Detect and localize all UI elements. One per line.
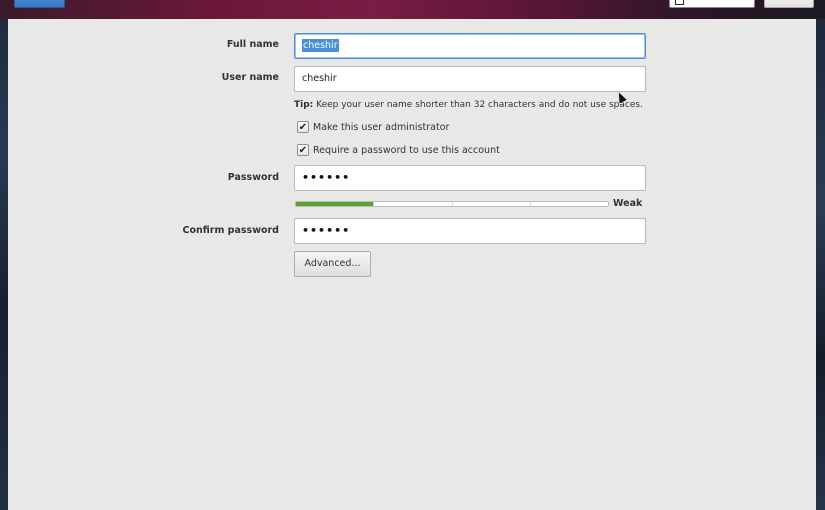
strength-segment bbox=[296, 202, 375, 206]
admin-checkbox-label[interactable]: Make this user administrator bbox=[313, 122, 449, 133]
require-password-label[interactable]: Require a password to use this account bbox=[313, 145, 500, 156]
full-name-field[interactable]: cheshir bbox=[294, 33, 646, 59]
username-label: User name bbox=[221, 72, 279, 83]
advanced-button[interactable]: Advanced... bbox=[294, 251, 371, 277]
password-strength-label: Weak bbox=[613, 198, 643, 209]
next-button[interactable] bbox=[764, 0, 814, 8]
username-value: cheshir bbox=[302, 73, 337, 84]
back-button[interactable] bbox=[14, 0, 65, 8]
strength-segment bbox=[531, 202, 608, 206]
strength-segment bbox=[453, 202, 531, 206]
require-password-checkbox-row[interactable]: ✔ Require a password to use this account bbox=[297, 143, 500, 157]
strength-segment bbox=[374, 202, 453, 206]
password-value: •••••• bbox=[302, 171, 351, 184]
desktop-edge-left bbox=[0, 0, 8, 510]
keyboard-icon bbox=[675, 0, 684, 5]
password-field[interactable]: •••••• bbox=[294, 165, 646, 191]
check-icon: ✔ bbox=[298, 145, 308, 156]
password-label: Password bbox=[227, 172, 279, 183]
tip-prefix: Tip: bbox=[294, 100, 314, 110]
confirm-password-value: •••••• bbox=[302, 224, 351, 237]
username-field[interactable]: cheshir bbox=[294, 66, 646, 92]
admin-checkbox-row[interactable]: ✔ Make this user administrator bbox=[297, 120, 449, 134]
admin-checkbox[interactable]: ✔ bbox=[297, 121, 309, 133]
tip-text: Keep your user name shorter than 32 char… bbox=[313, 100, 643, 110]
window-header bbox=[0, 0, 825, 19]
user-creation-panel: Full name cheshir User name cheshir Tip:… bbox=[8, 19, 816, 510]
require-password-checkbox[interactable]: ✔ bbox=[297, 144, 309, 156]
keyboard-layout-indicator[interactable] bbox=[669, 0, 755, 8]
full-name-value: cheshir bbox=[302, 39, 339, 52]
username-tip: Tip: Keep your user name shorter than 32… bbox=[294, 100, 643, 110]
check-icon: ✔ bbox=[298, 122, 308, 133]
full-name-label: Full name bbox=[226, 39, 279, 50]
desktop-edge-right bbox=[816, 0, 825, 510]
password-strength-bar bbox=[295, 201, 609, 207]
confirm-password-label: Confirm password bbox=[182, 225, 279, 236]
confirm-password-field[interactable]: •••••• bbox=[294, 218, 646, 244]
